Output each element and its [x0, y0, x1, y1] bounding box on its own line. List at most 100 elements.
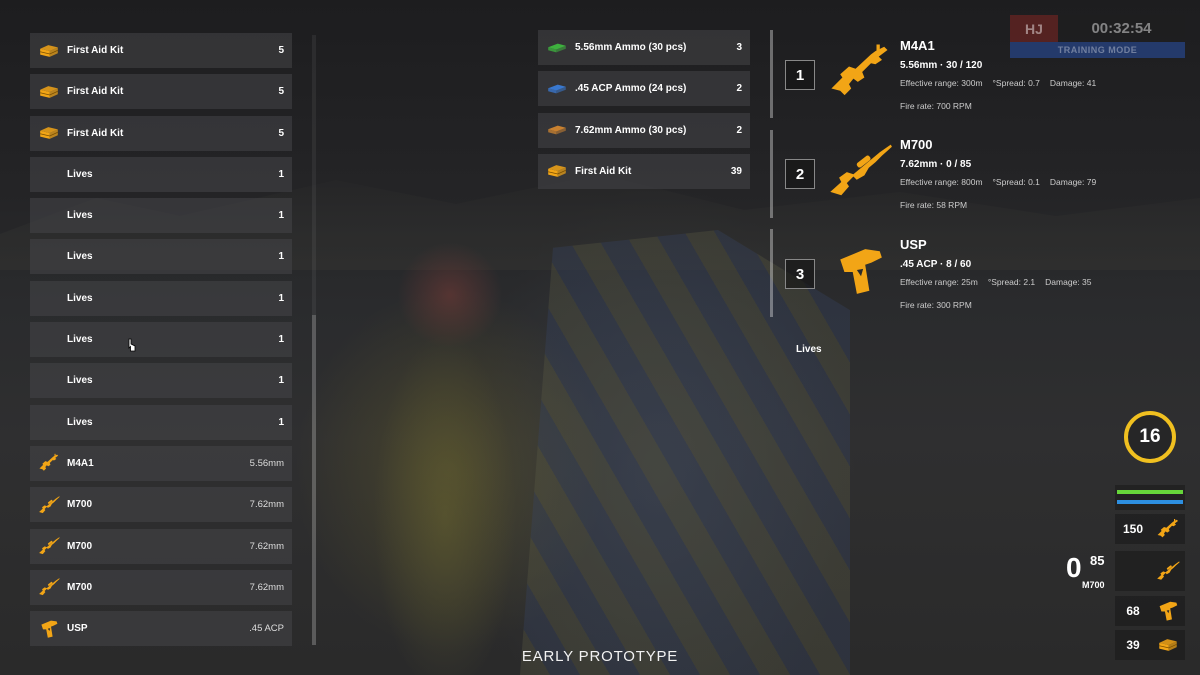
weapon-damage: Damage: 35: [1045, 277, 1092, 287]
pistol-ammo-count: 68: [1126, 604, 1140, 618]
nearby-item-count: 39: [730, 165, 742, 177]
mouse-cursor-icon: [128, 338, 136, 352]
inventory-item[interactable]: Lives 1: [30, 280, 292, 316]
inventory-item-name: Lives: [67, 210, 93, 222]
slot-divider: [770, 130, 773, 218]
inventory-item-value: 1: [278, 375, 284, 387]
rifle-ammo-counter: 150: [1115, 514, 1185, 544]
inventory-item-name: First Aid Kit: [67, 127, 124, 139]
empty-icon: [38, 246, 60, 268]
nearby-item-name: .45 ACP Ammo (24 pcs): [575, 83, 687, 95]
empty-icon: [38, 329, 60, 351]
inventory-item[interactable]: Lives 1: [30, 156, 292, 192]
weapon-stats: Effective range: 300m °Spread: 0.7 Damage:…: [900, 78, 1106, 88]
scrollbar-thumb[interactable]: [312, 315, 316, 645]
inventory-item-value: 1: [278, 334, 284, 346]
pistol-ammo-counter: 68: [1115, 596, 1185, 626]
inventory-scrollbar[interactable]: [312, 35, 316, 645]
first-aid-kit-icon: [38, 40, 60, 62]
weapon-spread: °Spread: 0.1: [992, 177, 1040, 187]
nearby-item-name: 5.56mm Ammo (30 pcs): [575, 42, 687, 53]
weapon-ammo: .45 ACP · 8 / 60: [900, 259, 972, 270]
inventory-item-name: M700: [67, 499, 93, 511]
empty-icon: [38, 370, 60, 392]
slot-divider: [770, 229, 773, 317]
weapon-slot-3[interactable]: 3 USP .45 ACP · 8 / 60 Effective range: 25m…: [785, 237, 1125, 332]
inventory-item-name: Lives: [67, 334, 93, 346]
armor-bar: [1117, 500, 1183, 504]
inventory-item[interactable]: First Aid Kit 5: [30, 33, 292, 68]
weapon-stats: Effective range: 800m °Spread: 0.1 Damage:…: [900, 177, 1106, 187]
inventory-item[interactable]: Lives 1: [30, 239, 292, 275]
first-aid-kit-icon: [38, 122, 60, 144]
magazine-count: 0: [1066, 552, 1082, 583]
rifle-icon: [38, 452, 60, 474]
inventory-item-value: 5.56mm: [249, 457, 284, 469]
active-weapon-cell: [1115, 551, 1185, 591]
rifle-icon: [825, 42, 895, 102]
inventory-item-name: First Aid Kit: [67, 86, 124, 98]
inventory-item[interactable]: Lives 1: [30, 322, 292, 358]
first-aid-kit-icon: [38, 81, 60, 103]
inventory-item-name: USP: [67, 623, 88, 635]
inventory-item[interactable]: USP .45 ACP: [30, 611, 292, 647]
weapon-range: Effective range: 25m: [900, 277, 978, 287]
empty-icon: [38, 287, 60, 309]
slot-number: 2: [785, 159, 815, 189]
inventory-item[interactable]: Lives 1: [30, 363, 292, 399]
sniper-icon: [1151, 560, 1185, 582]
inventory-item[interactable]: M700 7.62mm: [30, 528, 292, 564]
weapon-range: Effective range: 300m: [900, 78, 983, 88]
nearby-item-count: 2: [736, 124, 742, 136]
inventory-item-name: Lives: [67, 292, 93, 304]
status-bars: [1115, 485, 1185, 510]
nearby-item-count: 3: [736, 42, 742, 53]
weapon-spread: °Spread: 2.1: [987, 277, 1036, 287]
inventory-item-name: M4A1: [67, 457, 94, 469]
nearby-item[interactable]: 7.62mm Ammo (30 pcs) 2: [538, 112, 750, 148]
inventory-item[interactable]: M4A1 5.56mm: [30, 445, 292, 481]
inventory-item-name: M700: [67, 540, 93, 552]
inventory-item[interactable]: M700 7.62mm: [30, 487, 292, 523]
inventory-item-name: M700: [67, 581, 93, 593]
inventory-item[interactable]: First Aid Kit 5: [30, 115, 292, 151]
inventory-item-value: 1: [278, 210, 284, 222]
inventory-item[interactable]: M700 7.62mm: [30, 569, 292, 605]
nearby-item[interactable]: 5.56mm Ammo (30 pcs) 3: [538, 30, 750, 65]
weapon-damage: Damage: 79: [1049, 177, 1097, 187]
active-weapon-name: M700: [1082, 580, 1105, 590]
inventory-item-value: 5: [278, 45, 284, 56]
current-ammo: 0 85 M700: [1066, 552, 1114, 592]
first-aid-kit-icon: [546, 160, 568, 182]
inventory-item-value: 7.62mm: [249, 540, 284, 552]
lives-label: Lives: [796, 344, 822, 355]
weapon-slot-2[interactable]: 2 M700 7.62mm · 0 / 85 Effective range: 800…: [785, 137, 1125, 232]
inventory-item-name: Lives: [67, 375, 93, 387]
health-bar: [1117, 490, 1183, 494]
nearby-item-name: First Aid Kit: [575, 165, 632, 177]
inventory-item-value: 5: [278, 127, 284, 139]
inventory-item-value: 7.62mm: [249, 581, 284, 593]
nearby-item[interactable]: .45 ACP Ammo (24 pcs) 2: [538, 71, 750, 107]
prototype-label: EARLY PROTOTYPE: [521, 648, 679, 665]
reserve-count: 85: [1090, 553, 1105, 568]
nearby-item[interactable]: First Aid Kit 39: [538, 153, 750, 189]
inventory-item-value: 1: [278, 168, 284, 180]
rifle-icon: [1151, 518, 1185, 540]
weapon-spread: °Spread: 0.7: [992, 78, 1040, 88]
inventory-item[interactable]: Lives 1: [30, 404, 292, 440]
inventory-item-value: 5: [278, 86, 284, 98]
pistol-icon: [38, 618, 60, 640]
sniper-icon: [38, 494, 60, 516]
inventory-item-value: .45 ACP: [249, 623, 284, 635]
weapon-damage: Damage: 41: [1049, 78, 1097, 88]
inventory-item-value: 1: [278, 251, 284, 263]
weapon-slot-1[interactable]: 1 M4A1 5.56mm · 30 / 120 Effective range: 3…: [785, 38, 1125, 133]
inventory-item[interactable]: Lives 1: [30, 198, 292, 234]
slot-number: 3: [785, 259, 815, 289]
rifle-ammo-count: 150: [1122, 522, 1144, 536]
inventory-item-name: Lives: [67, 168, 93, 180]
ammo-762-icon: [546, 119, 568, 141]
weapon-name: USP: [900, 237, 927, 252]
inventory-item[interactable]: First Aid Kit 5: [30, 74, 292, 110]
